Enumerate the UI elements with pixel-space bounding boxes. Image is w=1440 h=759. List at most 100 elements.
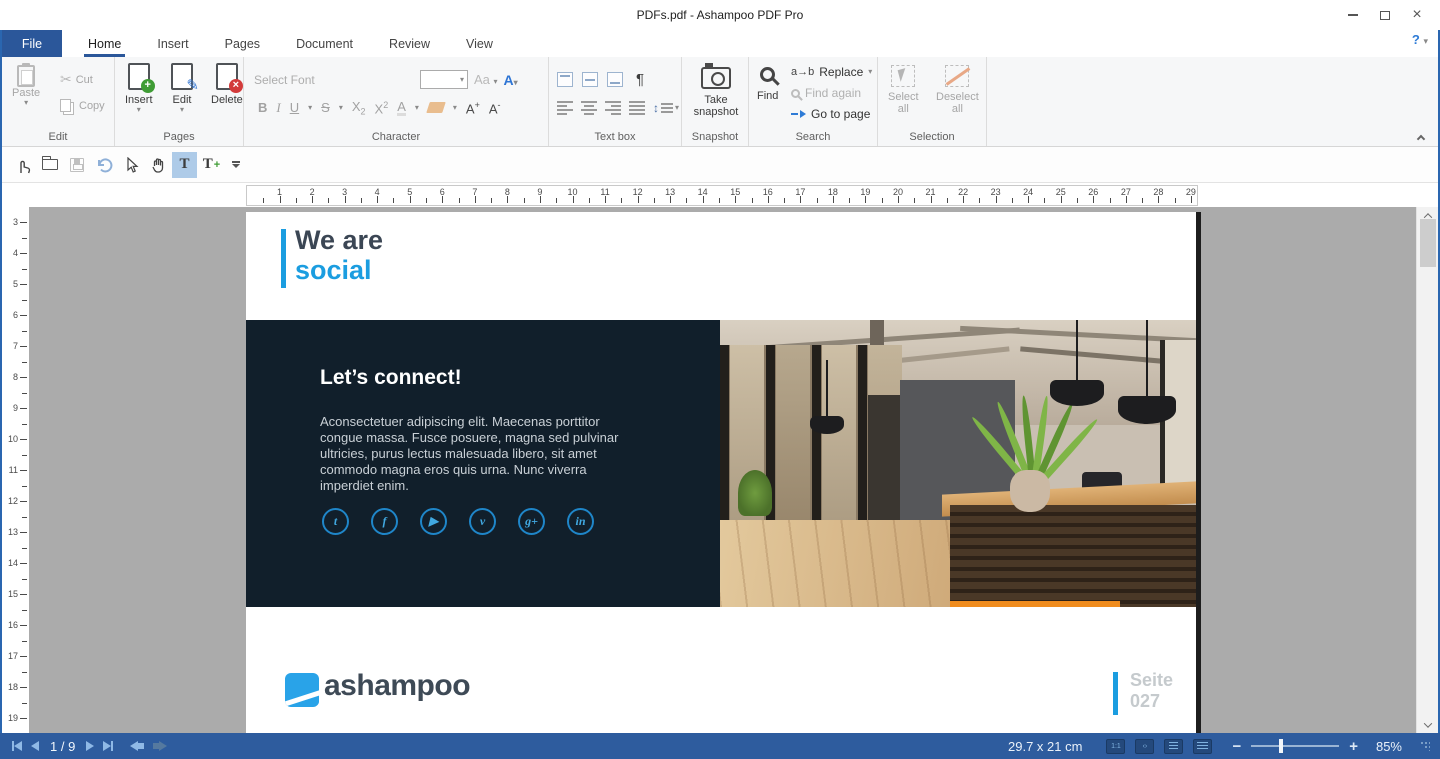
goto-page-button[interactable]: Go to page — [791, 107, 872, 121]
find-again-icon — [791, 89, 800, 98]
facebook-icon[interactable]: f — [371, 508, 398, 535]
highlight-button[interactable] — [426, 102, 446, 113]
ribbon-group-character: Select Font ▾ Aa ▾ A▾ B I U▾ S▾ X2 X2 A▾… — [244, 57, 549, 146]
zoom-out-button[interactable]: − — [1232, 738, 1241, 755]
view-forward-button[interactable] — [153, 741, 167, 751]
maximize-button[interactable] — [1368, 0, 1402, 30]
delete-page-button[interactable]: × Delete — [211, 63, 243, 106]
formatting-marks-button[interactable]: ¶ — [636, 71, 644, 88]
font-color-button[interactable]: A — [397, 99, 406, 116]
toolbar-overflow-button[interactable] — [232, 161, 240, 168]
hero-section: Let’s connect! Aconsectetuer adipiscing … — [246, 320, 1196, 607]
fit-width-icon[interactable]: ‹› — [1135, 739, 1154, 754]
ruler-number: 17 — [2, 651, 18, 661]
last-page-button[interactable] — [103, 741, 113, 751]
first-page-button[interactable] — [12, 741, 22, 751]
zoom-slider[interactable] — [1251, 745, 1339, 747]
tab-document[interactable]: Document — [278, 30, 371, 57]
undo-icon — [95, 156, 113, 174]
continuous-view-icon[interactable] — [1193, 739, 1212, 754]
resize-grip[interactable] — [1420, 741, 1430, 751]
tab-view[interactable]: View — [448, 30, 511, 57]
pan-tool-button[interactable] — [145, 152, 170, 178]
superscript-button[interactable]: X2 — [375, 100, 389, 116]
align-middle-icon[interactable] — [582, 72, 598, 87]
subscript-button[interactable]: X2 — [352, 99, 366, 117]
ruler-number: 13 — [2, 527, 18, 537]
add-text-tool-button[interactable]: T+ — [199, 152, 224, 178]
line-spacing-button[interactable]: ↕▾ — [653, 101, 679, 115]
tab-pages[interactable]: Pages — [207, 30, 278, 57]
align-bottom-icon[interactable] — [607, 72, 623, 87]
copy-button[interactable]: Copy — [60, 99, 105, 112]
font-size-combo[interactable]: ▾ — [420, 70, 468, 89]
underline-button[interactable]: U — [290, 100, 299, 115]
vimeo-icon[interactable]: v — [469, 508, 496, 535]
paste-button[interactable]: Paste▾ — [12, 65, 40, 107]
help-button[interactable]: ? ▾ — [1412, 32, 1428, 47]
fit-page-icon[interactable] — [1164, 739, 1183, 754]
pan-hand-icon — [150, 156, 166, 173]
tab-review[interactable]: Review — [371, 30, 448, 57]
deselect-all-button[interactable]: Deselect all — [936, 65, 979, 115]
italic-button[interactable]: I — [276, 100, 280, 116]
zoom-in-button[interactable]: + — [1349, 738, 1358, 755]
horizontal-ruler: 1234567891011121314151617181920212223242… — [246, 185, 1198, 206]
cut-button[interactable]: ✂ Cut — [60, 71, 93, 88]
twitter-icon[interactable]: t — [322, 508, 349, 535]
take-snapshot-button[interactable]: Take snapshot — [696, 67, 736, 118]
close-button[interactable]: × — [1400, 0, 1434, 30]
justify-button[interactable] — [629, 101, 645, 115]
undo-button[interactable] — [91, 152, 116, 178]
scrollbar-thumb[interactable] — [1420, 219, 1436, 267]
linkedin-icon[interactable]: in — [567, 508, 594, 535]
align-left-button[interactable] — [557, 101, 573, 115]
find-button[interactable]: Find — [757, 67, 778, 102]
align-right-button[interactable] — [605, 101, 621, 115]
next-page-button[interactable] — [86, 741, 94, 751]
align-top-icon[interactable] — [557, 72, 573, 87]
replace-button[interactable]: a→b Replace▾ — [791, 65, 872, 79]
page-size-label: 29.7 x 21 cm — [1008, 739, 1082, 754]
save-icon — [70, 158, 84, 172]
grow-font-button[interactable]: A+ — [466, 100, 480, 116]
ruler-number: 7 — [2, 341, 18, 351]
text-select-tool-button[interactable]: T — [172, 152, 197, 178]
ruler-number: 5 — [2, 279, 18, 289]
find-again-button[interactable]: Find again — [791, 86, 872, 100]
actual-size-icon[interactable]: 1:1 — [1106, 739, 1125, 754]
zoom-slider-handle[interactable] — [1279, 739, 1283, 753]
collapse-ribbon-button[interactable] — [1418, 133, 1426, 141]
googleplus-icon[interactable]: g+ — [518, 508, 545, 535]
change-case-button[interactable]: Aa ▾ — [474, 72, 498, 87]
touch-hand-icon — [15, 156, 31, 174]
minimize-button[interactable] — [1336, 0, 1370, 30]
ruler-number: 11 — [2, 465, 18, 475]
tab-insert[interactable]: Insert — [139, 30, 206, 57]
select-all-button[interactable]: Select all — [888, 65, 919, 115]
shrink-font-button[interactable]: A- — [489, 100, 501, 116]
tab-home[interactable]: Home — [70, 30, 139, 57]
strikethrough-button[interactable]: S — [321, 100, 330, 115]
touch-tool-button[interactable] — [10, 152, 35, 178]
vertical-scrollbar[interactable] — [1416, 207, 1438, 733]
camera-icon — [701, 67, 731, 89]
align-center-button[interactable] — [581, 101, 597, 115]
bold-button[interactable]: B — [258, 100, 267, 115]
file-menu-button[interactable]: File — [2, 30, 62, 57]
save-button[interactable] — [64, 152, 89, 178]
font-family-select[interactable]: Select Font — [254, 73, 414, 87]
text-direction-button[interactable]: A▾ — [504, 72, 518, 88]
open-folder-icon — [42, 159, 58, 170]
page-number-label: Seite 027 — [1130, 670, 1173, 712]
youtube-icon[interactable]: ▶ — [420, 508, 447, 535]
select-tool-button[interactable] — [118, 152, 143, 178]
pdf-page[interactable]: We are social Let’s connect! Aconsectetu… — [246, 212, 1196, 733]
document-canvas[interactable]: We are social Let’s connect! Aconsectetu… — [2, 207, 1418, 733]
open-file-button[interactable] — [37, 152, 62, 178]
previous-page-button[interactable] — [31, 741, 39, 751]
insert-page-button[interactable]: + Insert▾ — [125, 63, 153, 114]
edit-page-button[interactable]: ✎ Edit▾ — [171, 63, 193, 114]
scroll-down-button[interactable] — [1417, 716, 1439, 733]
view-back-button[interactable] — [130, 741, 144, 751]
